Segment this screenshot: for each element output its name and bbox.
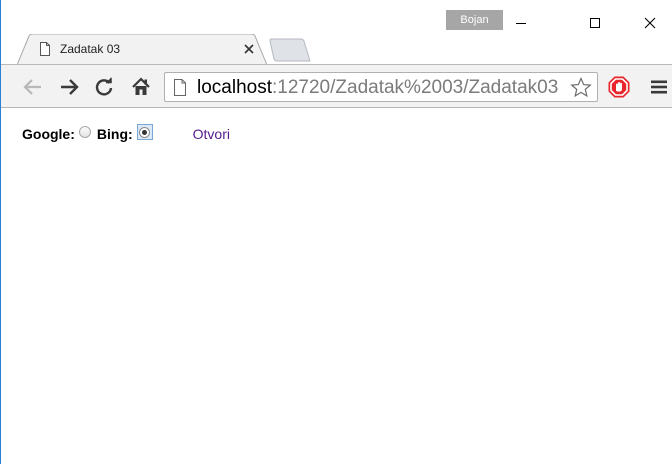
- url-host: localhost: [197, 77, 272, 98]
- tab-zadatak-03[interactable]: Zadatak 03: [17, 34, 267, 65]
- close-icon: [644, 17, 656, 29]
- minimize-button[interactable]: [498, 8, 544, 38]
- reload-button[interactable]: [92, 75, 116, 99]
- title-bar: Bojan Zadatak 03: [1, 0, 672, 65]
- address-bar[interactable]: localhost:12720/Zadatak%2003/Zadatak03: [164, 72, 598, 102]
- maximize-icon: [590, 18, 600, 28]
- tab-close-icon[interactable]: [242, 42, 256, 56]
- stop-sign-icon[interactable]: [607, 75, 631, 99]
- maximize-button[interactable]: [572, 8, 618, 38]
- bing-radio-ring: [139, 126, 151, 138]
- tab-title: Zadatak 03: [60, 42, 121, 56]
- search-engine-form: Google: Bing: Otvori: [22, 124, 230, 143]
- url-path: :12720/Zadatak%2003/Zadatak03: [272, 77, 559, 98]
- back-arrow-icon: [23, 79, 41, 95]
- new-tab-shape: [269, 38, 311, 62]
- user-profile-badge[interactable]: Bojan: [446, 10, 503, 30]
- bing-radio[interactable]: [136, 124, 153, 140]
- forward-button[interactable]: [57, 75, 81, 99]
- page-content: Google: Bing: Otvori: [1, 108, 672, 464]
- browser-window: Bojan Zadatak 03 localhost:12720/Zadatak…: [0, 0, 672, 464]
- browser-toolbar: localhost:12720/Zadatak%2003/Zadatak03: [1, 64, 672, 108]
- page-icon: [173, 79, 187, 101]
- forward-arrow-icon: [61, 79, 79, 95]
- page-icon: [39, 42, 51, 61]
- hamburger-menu-icon[interactable]: [649, 77, 669, 97]
- home-button[interactable]: [129, 75, 153, 99]
- google-label: Google:: [22, 126, 75, 142]
- home-icon: [132, 77, 150, 95]
- back-button[interactable]: [21, 75, 45, 99]
- bing-label: Bing:: [96, 126, 133, 142]
- open-link[interactable]: Otvori: [193, 125, 230, 143]
- url-text: localhost:12720/Zadatak%2003/Zadatak03: [197, 77, 567, 99]
- google-radio[interactable]: [78, 126, 91, 138]
- minimize-icon: [516, 23, 526, 24]
- new-tab-button[interactable]: [263, 38, 311, 62]
- bing-radio-dot: [142, 129, 148, 135]
- close-window-button[interactable]: [627, 8, 672, 38]
- tab-shape: [17, 34, 267, 65]
- reload-icon: [95, 77, 113, 96]
- star-icon[interactable]: [570, 77, 592, 101]
